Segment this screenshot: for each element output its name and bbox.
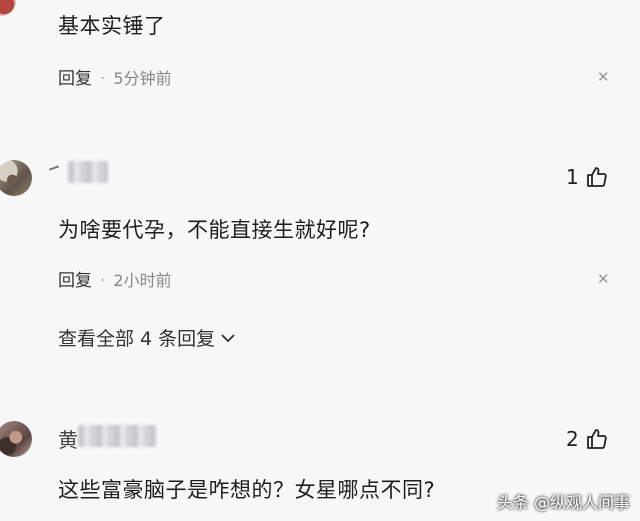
avatar[interactable] — [0, 160, 32, 196]
view-all-label: 查看全部 4 条回复 — [58, 328, 216, 350]
like-button[interactable]: 1 — [566, 165, 609, 189]
username-mark — [48, 165, 60, 171]
close-icon[interactable]: ✕ — [597, 270, 610, 288]
thumbs-up-icon — [586, 167, 607, 187]
comment-text: 这些富豪脑子是咋想的？女星哪点不同? — [58, 478, 436, 502]
separator-dot: · — [100, 271, 106, 291]
comment-time: 2小时前 — [113, 271, 172, 290]
avatar[interactable] — [0, 421, 32, 457]
like-count: 1 — [566, 165, 579, 189]
reply-button[interactable]: 回复 — [58, 69, 92, 89]
watermark: 头条 @纵观人间事 — [496, 493, 630, 512]
comment-meta: 回复 · 2小时前 — [58, 266, 172, 291]
avatar[interactable] — [0, 0, 16, 16]
reply-button[interactable]: 回复 — [58, 271, 92, 291]
chevron-down-icon — [221, 333, 235, 342]
comment-time: 5分钟前 — [113, 69, 172, 88]
view-all-replies-button[interactable]: 查看全部 4 条回复 — [58, 324, 237, 351]
username-redacted[interactable] — [68, 161, 108, 183]
thumbs-up-icon — [586, 429, 607, 449]
separator-dot: · — [100, 69, 106, 89]
like-button[interactable]: 2 — [566, 427, 609, 451]
username[interactable]: 黄 — [58, 424, 78, 453]
comment-meta: 回复 · 5分钟前 — [58, 64, 172, 89]
comment-text: 基本实锤了 — [58, 14, 166, 38]
username-redacted[interactable] — [78, 425, 156, 447]
close-icon[interactable]: ✕ — [597, 68, 610, 86]
like-count: 2 — [566, 427, 579, 451]
comment-text: 为啥要代孕，不能直接生就好呢? — [58, 218, 371, 242]
